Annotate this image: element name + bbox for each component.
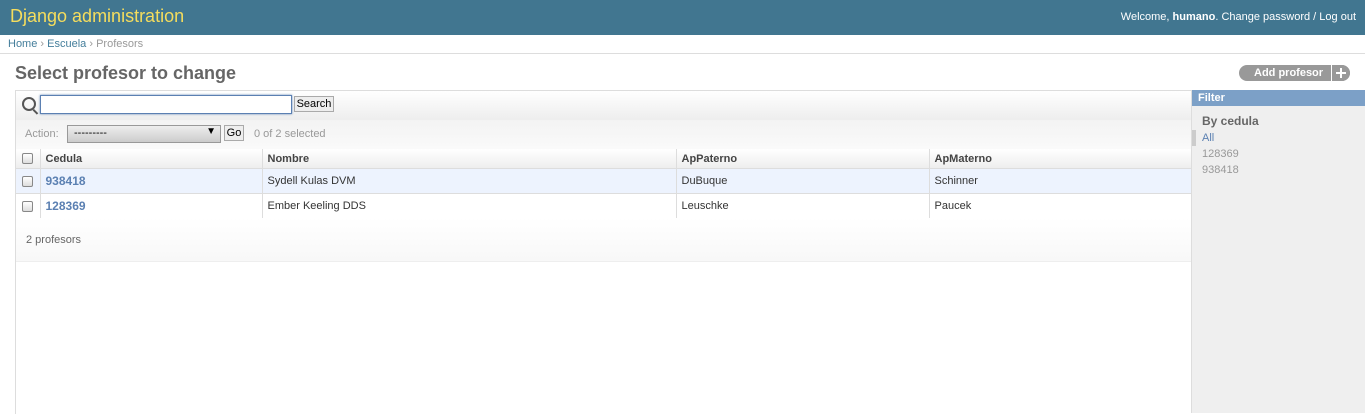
select-all-header xyxy=(16,149,40,169)
cell-appaterno: Leuschke xyxy=(675,193,929,219)
row-select-cell xyxy=(16,193,40,219)
action-label: Action: xyxy=(25,128,59,140)
go-button[interactable]: Go xyxy=(224,125,244,141)
header: Django administration Welcome, humano. C… xyxy=(0,0,1365,35)
cell-nombre: Ember Keeling DDS xyxy=(261,193,676,219)
site-branding[interactable]: Django administration xyxy=(10,6,184,27)
select-all-checkbox[interactable] xyxy=(22,153,33,165)
paginator: 2 profesors xyxy=(16,218,1192,262)
cell-nombre: Sydell Kulas DVM xyxy=(261,168,676,194)
table-row: 938418 Sydell Kulas DVM DuBuque Schinner xyxy=(16,168,1192,194)
table-header-row: Cedula Nombre ApPaterno ApMaterno xyxy=(16,149,1192,169)
filter-title: Filter xyxy=(1192,90,1365,106)
breadcrumb-current: Profesors xyxy=(96,38,144,50)
filter-options: All 128369 938418 xyxy=(1202,132,1239,180)
column-header-nombre[interactable]: Nombre xyxy=(261,149,676,169)
add-profesor-label: Add profesor xyxy=(1254,67,1324,79)
cedula-link[interactable]: 128369 xyxy=(46,199,86,213)
filter-option[interactable]: 128369 xyxy=(1202,148,1239,164)
cell-cedula: 938418 xyxy=(39,168,262,194)
action-select[interactable]: --------- ▼ xyxy=(67,125,221,143)
action-select-value: --------- xyxy=(74,127,107,139)
breadcrumb-separator: › xyxy=(40,38,45,50)
search-button[interactable]: Search xyxy=(294,96,334,112)
breadcrumb-home[interactable]: Home xyxy=(8,38,37,50)
breadcrumb-separator: › xyxy=(89,38,94,50)
search-icon xyxy=(22,97,36,111)
changelist: Search Action: --------- ▼ Go 0 of 2 sel… xyxy=(15,90,1192,414)
welcome-text: Welcome, xyxy=(1120,11,1170,23)
filter-option-all[interactable]: All xyxy=(1202,132,1239,148)
filter-option-link[interactable]: All xyxy=(1202,132,1214,144)
breadcrumb-escuela[interactable]: Escuela xyxy=(47,38,86,50)
filter-option[interactable]: 938418 xyxy=(1202,164,1239,180)
search-toolbar: Search xyxy=(16,91,1192,120)
filter-heading: By cedula xyxy=(1202,114,1259,128)
change-password-link[interactable]: Change password xyxy=(1221,11,1310,23)
cell-apmaterno: Schinner xyxy=(928,168,1192,194)
row-checkbox[interactable] xyxy=(22,200,33,212)
result-count: 2 profesors xyxy=(26,234,82,246)
column-header-appaterno[interactable]: ApPaterno xyxy=(675,149,929,169)
cedula-link[interactable]: 938418 xyxy=(46,174,86,188)
column-header-apmaterno[interactable]: ApMaterno xyxy=(928,149,1192,169)
search-input[interactable] xyxy=(40,95,292,114)
username: humano xyxy=(1172,11,1216,23)
column-header-cedula[interactable]: Cedula xyxy=(39,149,262,169)
cell-appaterno: DuBuque xyxy=(675,168,929,194)
filter-sidebar: Filter By cedula All 128369 938418 xyxy=(1191,90,1365,413)
table-row: 128369 Ember Keeling DDS Leuschke Paucek xyxy=(16,193,1192,219)
actions-bar: Action: --------- ▼ Go 0 of 2 selected xyxy=(16,120,1192,150)
breadcrumb: Home › Escuela › Profesors xyxy=(0,35,1365,54)
add-profesor-button[interactable]: Add profesor xyxy=(1239,65,1350,81)
user-tools: Welcome, humano. Change password / Log o… xyxy=(1120,11,1356,23)
cell-cedula: 128369 xyxy=(39,193,262,219)
dropdown-arrow-icon: ▼ xyxy=(206,126,216,137)
logout-link[interactable]: Log out xyxy=(1319,11,1356,23)
page-title: Select profesor to change xyxy=(15,63,237,83)
row-select-cell xyxy=(16,168,40,194)
row-checkbox[interactable] xyxy=(22,175,33,187)
results-table: Cedula Nombre ApPaterno ApMaterno 938418… xyxy=(16,149,1192,219)
filter-selected-indicator xyxy=(1192,130,1196,146)
selection-counter: 0 of 2 selected xyxy=(254,128,326,140)
user-tools-separator: / xyxy=(1313,11,1317,23)
plus-icon xyxy=(1331,65,1350,81)
cell-apmaterno: Paucek xyxy=(928,193,1192,219)
